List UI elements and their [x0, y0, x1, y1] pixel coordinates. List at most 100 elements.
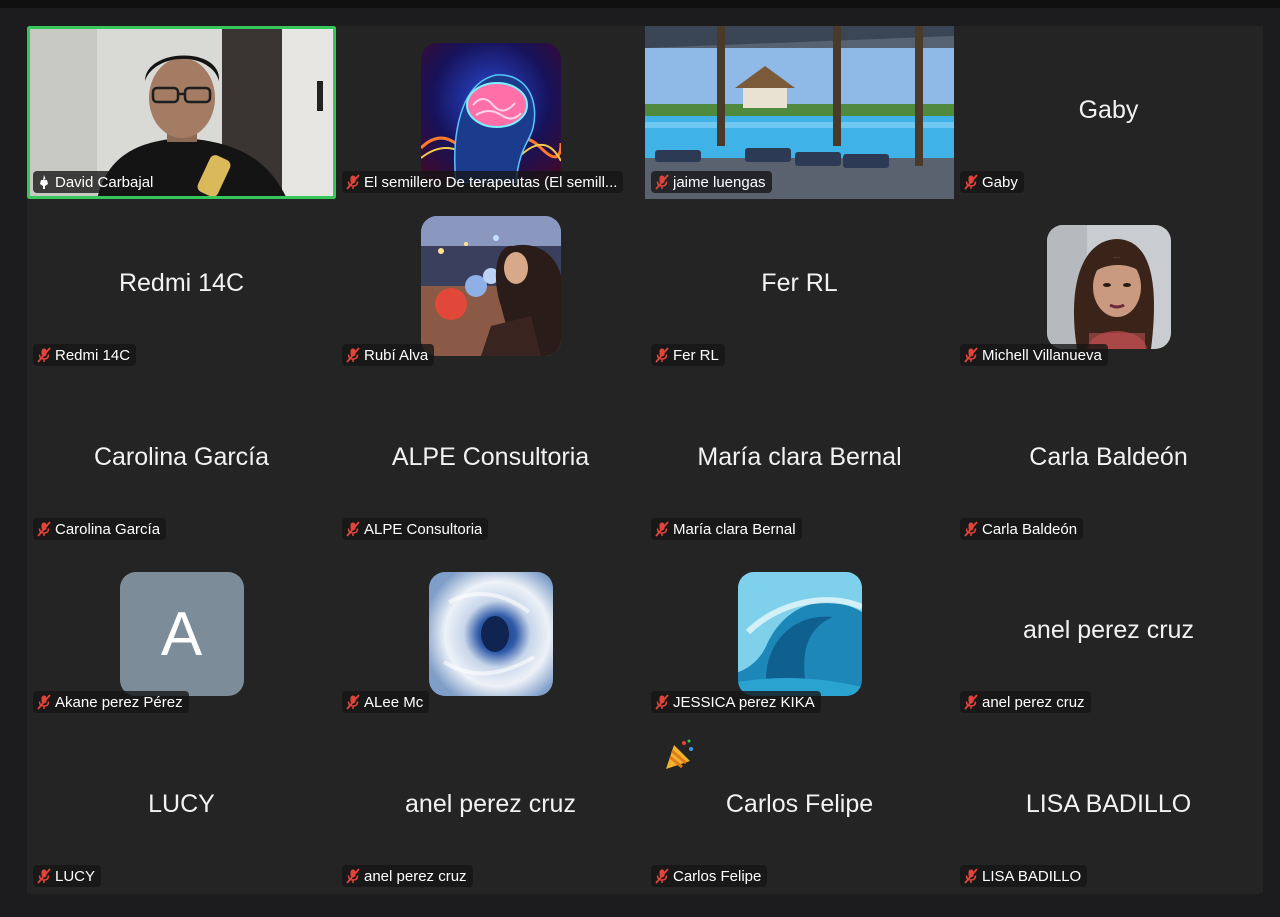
- display-name: ALPE Consultoria: [391, 443, 590, 471]
- participant-name: LUCY: [55, 867, 96, 885]
- mic-muted-icon: [37, 868, 51, 884]
- name-tag: Michell Villanueva: [960, 344, 1108, 366]
- participant-tile-akane-perez[interactable]: A Akane perez Pérez: [27, 546, 336, 719]
- letter-avatar: A: [119, 572, 244, 696]
- participant-tile-jessica-perez-kika[interactable]: JESSICA perez KIKA: [645, 546, 954, 719]
- participant-name: JESSICA perez KIKA: [673, 693, 815, 711]
- mic-muted-icon: [964, 868, 978, 884]
- name-tag: ALee Mc: [342, 691, 430, 713]
- name-tag: Carlos Felipe: [651, 865, 768, 887]
- name-tag: ALPE Consultoria: [342, 518, 489, 540]
- participant-name: Carolina García: [55, 520, 161, 538]
- name-tag: jaime luengas: [651, 171, 772, 193]
- name-tag: JESSICA perez KIKA: [651, 691, 821, 713]
- participant-tile-jaime-luengas[interactable]: jaime luengas: [645, 26, 954, 199]
- participant-tile-david-carbajal[interactable]: David Carbajal: [27, 26, 336, 199]
- mic-muted-icon: [655, 694, 669, 710]
- mic-muted-icon: [346, 694, 360, 710]
- participant-name: Carlos Felipe: [673, 867, 762, 885]
- name-tag: El semillero De terapeutas (El semill...: [342, 171, 624, 193]
- portrait-photo: [1046, 225, 1171, 349]
- name-tag: LUCY: [33, 865, 102, 887]
- participant-name: Akane perez Pérez: [55, 693, 183, 711]
- participant-name: LISA BADILLO: [982, 867, 1082, 885]
- mic-muted-icon: [655, 521, 669, 537]
- mic-muted-icon: [655, 347, 669, 363]
- participant-name: Redmi 14C: [55, 346, 131, 364]
- participant-name: Gaby: [982, 173, 1018, 191]
- participant-tile-alee-mc[interactable]: ALee Mc: [336, 546, 645, 719]
- name-tag: Rubí Alva: [342, 344, 435, 366]
- participant-name: jaime luengas: [673, 173, 766, 191]
- display-name: Redmi 14C: [118, 269, 245, 297]
- name-tag: Carolina García: [33, 518, 167, 540]
- participant-tile-anel-perez-cruz[interactable]: anel perez cruz anel perez cruz: [954, 546, 1263, 719]
- participant-name: Rubí Alva: [364, 346, 429, 364]
- concert-photo: [420, 216, 561, 356]
- display-name: Carla Baldeón: [1029, 443, 1188, 471]
- participant-name: Fer RL: [673, 346, 719, 364]
- participant-tile-semillero[interactable]: El semillero De terapeutas (El semill...: [336, 26, 645, 199]
- mic-muted-icon: [346, 347, 360, 363]
- name-tag: Fer RL: [651, 344, 725, 366]
- window-top-bar: [0, 0, 1280, 8]
- name-tag: anel perez cruz: [342, 865, 473, 887]
- display-name: Carlos Felipe: [725, 790, 874, 818]
- name-tag: Gaby: [960, 171, 1024, 193]
- hurricane-photo: [428, 572, 553, 696]
- mic-muted-icon: [964, 174, 978, 190]
- name-tag: anel perez cruz: [960, 691, 1091, 713]
- display-name: Gaby: [1078, 96, 1139, 124]
- brain-avatar: [420, 43, 561, 183]
- participant-tile-lisa-badillo[interactable]: LISA BADILLO LISA BADILLO: [954, 720, 1263, 893]
- name-tag: Redmi 14C: [33, 344, 137, 366]
- participant-name: ALee Mc: [364, 693, 424, 711]
- mic-muted-icon: [964, 347, 978, 363]
- participant-tile-lucy[interactable]: LUCY LUCY: [27, 720, 336, 893]
- participant-name: anel perez cruz: [364, 867, 467, 885]
- mic-muted-icon: [37, 347, 51, 363]
- raised-hand-icon: [40, 175, 48, 189]
- display-name: LISA BADILLO: [1025, 790, 1192, 818]
- participant-tile-michell-villanueva[interactable]: Michell Villanueva: [954, 199, 1263, 372]
- mic-muted-icon: [655, 174, 669, 190]
- mic-muted-icon: [964, 694, 978, 710]
- participant-tile-carla-baldeon[interactable]: Carla Baldeón Carla Baldeón: [954, 373, 1263, 546]
- mic-muted-icon: [37, 694, 51, 710]
- mic-muted-icon: [964, 521, 978, 537]
- name-tag: Akane perez Pérez: [33, 691, 189, 713]
- participant-tile-rubi-alva[interactable]: Rubí Alva: [336, 199, 645, 372]
- participant-tile-carolina-garcia[interactable]: Carolina García Carolina García: [27, 373, 336, 546]
- party-popper-icon: [666, 739, 693, 769]
- name-tag: LISA BADILLO: [960, 865, 1088, 887]
- participant-name: ALPE Consultoria: [364, 520, 483, 538]
- mic-muted-icon: [37, 521, 51, 537]
- participant-tile-anel-perez-cruz-2[interactable]: anel perez cruz anel perez cruz: [336, 720, 645, 893]
- mic-muted-icon: [346, 174, 360, 190]
- name-tag: Carla Baldeón: [960, 518, 1084, 540]
- gallery-view: David Carbajal El semillero De terapeuta…: [27, 26, 1263, 894]
- mic-muted-icon: [655, 868, 669, 884]
- participant-name: David Carbajal: [55, 173, 154, 191]
- participant-tile-fer-rl[interactable]: Fer RL Fer RL: [645, 199, 954, 372]
- participant-name: El semillero De terapeutas (El semill...: [364, 173, 618, 191]
- display-name: LUCY: [148, 790, 215, 818]
- participant-tile-redmi-14c[interactable]: Redmi 14C Redmi 14C: [27, 199, 336, 372]
- display-name: anel perez cruz: [405, 790, 576, 818]
- participant-name: Carla Baldeón: [982, 520, 1078, 538]
- display-name: María clara Bernal: [697, 443, 902, 471]
- display-name: Fer RL: [761, 269, 838, 297]
- participant-name: Michell Villanueva: [982, 346, 1102, 364]
- avatar-letter: A: [160, 599, 203, 669]
- participant-tile-alpe-consultoria[interactable]: ALPE Consultoria ALPE Consultoria: [336, 373, 645, 546]
- name-tag: María clara Bernal: [651, 518, 802, 540]
- participant-tile-gaby[interactable]: Gaby Gaby: [954, 26, 1263, 199]
- participant-name: anel perez cruz: [982, 693, 1085, 711]
- participant-tile-maria-clara-bernal[interactable]: María clara Bernal María clara Bernal: [645, 373, 954, 546]
- wave-photo: [737, 572, 862, 696]
- display-name: anel perez cruz: [1023, 616, 1194, 644]
- participant-name: María clara Bernal: [673, 520, 796, 538]
- mic-muted-icon: [346, 521, 360, 537]
- name-tag: David Carbajal: [33, 171, 160, 193]
- display-name: Carolina García: [93, 443, 270, 471]
